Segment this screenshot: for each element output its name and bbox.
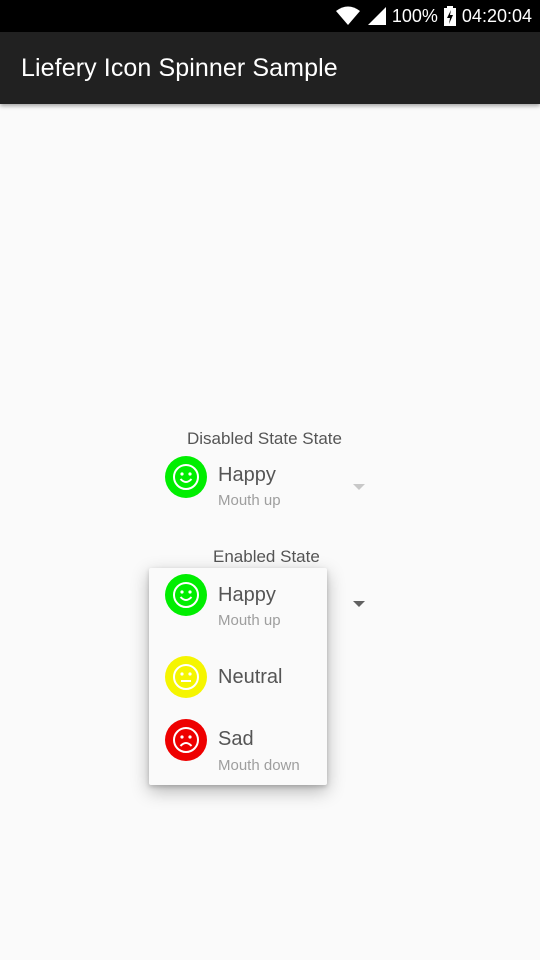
option-title: Sad <box>218 728 254 750</box>
option-title: Happy <box>218 584 276 606</box>
status-icons: 100% 04:20:04 <box>335 0 532 32</box>
status-bar: 100% 04:20:04 <box>0 0 540 32</box>
battery-percentage: 100% <box>391 5 438 26</box>
item-title: Happy <box>218 464 276 486</box>
app-title: Liefery Icon Spinner Sample <box>21 54 338 82</box>
happy-face-icon <box>165 456 207 498</box>
dropdown-arrow-icon <box>353 484 365 490</box>
app-bar: Liefery Icon Spinner Sample <box>0 32 540 104</box>
option-subtitle: Mouth down <box>218 757 300 774</box>
wifi-icon <box>335 6 360 26</box>
neutral-face-icon <box>165 656 207 698</box>
dropdown-option-happy[interactable]: Happy Mouth up <box>165 568 365 638</box>
disabled-spinner: Happy Mouth up <box>148 452 368 518</box>
happy-face-icon <box>165 574 207 616</box>
item-subtitle: Mouth up <box>218 492 281 509</box>
clock: 04:20:04 <box>461 5 532 26</box>
battery-charging-icon <box>443 6 456 26</box>
enabled-spinner-label: Enabled State <box>213 547 320 566</box>
option-title: Neutral <box>218 666 283 688</box>
option-subtitle: Mouth up <box>218 612 281 629</box>
cellular-signal-icon <box>366 6 386 26</box>
disabled-spinner-label: Disabled State State <box>187 429 342 448</box>
dropdown-option-neutral[interactable]: Neutral <box>165 650 365 706</box>
disabled-spinner-selected-item: Happy Mouth up <box>165 452 365 512</box>
dropdown-option-sad[interactable]: Sad Mouth down <box>165 714 365 780</box>
sad-face-icon <box>165 719 207 761</box>
spinner-dropdown-menu: Happy Mouth up Neutral Sad Mouth down <box>149 568 327 785</box>
